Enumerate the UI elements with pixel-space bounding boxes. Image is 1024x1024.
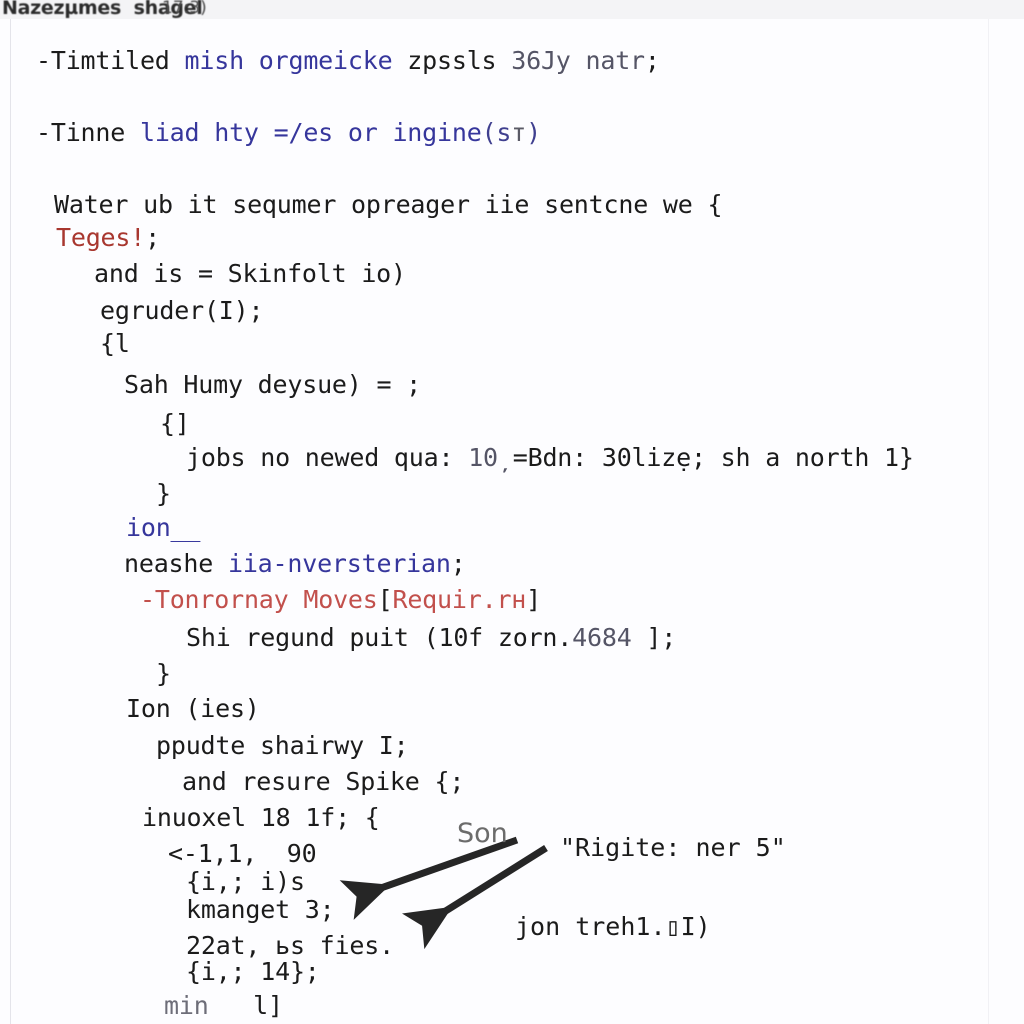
code-line[interactable]: ion__	[126, 513, 200, 543]
code-line[interactable]: -Tinne liad hty =/es or ingine(sт)	[36, 118, 541, 148]
code-token: <-1,1, 90	[168, 839, 317, 868]
code-token: liad hty =/es or ingine	[139, 118, 482, 147]
code-token: -Tinne	[36, 118, 140, 147]
code-line[interactable]: }	[156, 659, 171, 689]
code-token: Ion (ies)	[126, 694, 260, 723]
code-line[interactable]: and resure Spike {;	[182, 767, 464, 797]
code-token: {]	[160, 409, 190, 438]
code-token: egruder(I);	[100, 296, 264, 325]
code-line[interactable]: -Tonrornay Moves[Requir.rн]	[140, 585, 541, 615]
code-line[interactable]: }	[156, 479, 171, 509]
code-token: {i,; i)s	[186, 867, 305, 896]
code-line[interactable]: egruder(I);	[100, 296, 264, 326]
code-token: iia-nversterian	[227, 549, 451, 578]
code-token: jobs no newed qua:	[186, 443, 469, 472]
editor-text-area[interactable]: -Timtiled mish orgmeicke zpssls 36Jy nat…	[0, 19, 1024, 1024]
code-token: {i,; 14};	[186, 957, 320, 986]
code-token: {l	[100, 329, 130, 358]
code-token: min	[164, 991, 209, 1020]
code-token: ion__	[126, 513, 201, 542]
code-token: ]	[526, 585, 542, 614]
code-token: and is = Skinfolt io)	[94, 259, 406, 288]
code-line[interactable]: jobs no newed qua: 10̦ =Bdn: 30lizẹ; sh…	[186, 443, 914, 473]
code-token: 10̦	[468, 443, 498, 472]
code-line[interactable]: min l]	[164, 991, 283, 1021]
code-line[interactable]: {]	[160, 409, 190, 439]
editor-tab-bar[interactable]: Nazezµmes shagel 17:3)	[0, 0, 1024, 20]
code-token: 36Jy natr	[511, 46, 645, 75]
code-token: ppudte shairwy I;	[156, 731, 409, 760]
code-line[interactable]: Shi regund puit (10f zorn.4684 ];	[186, 623, 676, 653]
code-token: l]	[208, 991, 283, 1020]
right-guide-rule	[988, 19, 989, 1024]
code-line[interactable]: kmanget 3;	[186, 895, 335, 925]
code-line[interactable]: <-1,1, 90	[168, 839, 317, 869]
code-line[interactable]: -Timtiled mish orgmeicke zpssls 36Jy nat…	[36, 46, 660, 76]
code-line[interactable]: inuoxel 18 1f; {	[142, 803, 380, 833]
code-line[interactable]: and is = Skinfolt io)	[94, 259, 406, 289]
code-token: neashe	[124, 549, 228, 578]
code-line[interactable]: {i,; i)s	[186, 867, 305, 897]
code-token: ;	[450, 549, 466, 578]
code-line[interactable]: Teges!;	[56, 223, 160, 253]
code-line[interactable]: {i,; 14};	[186, 957, 320, 987]
code-token: }	[156, 659, 171, 688]
code-token: (s	[481, 118, 512, 147]
code-token: Sah Humy deysue) = ;	[124, 370, 422, 399]
code-token: zpssls	[392, 46, 512, 75]
code-token: Requir.rн	[392, 585, 527, 614]
code-token: -Tonrornay Moves	[140, 585, 378, 614]
code-token: ];	[631, 623, 677, 652]
code-token: ;	[644, 46, 660, 75]
code-token: Teges!	[56, 223, 146, 252]
code-token: and resure Spike {;	[182, 767, 465, 796]
code-line[interactable]: Sah Humy deysue) = ;	[124, 370, 421, 400]
code-token: Shi regund puit (10f zorn.	[186, 623, 573, 652]
code-line[interactable]: {l	[100, 329, 130, 359]
code-line[interactable]: neashe iia-nversterian;	[124, 549, 466, 579]
code-token: mish orgmeicke	[184, 46, 393, 75]
code-token: kmanget 3;	[186, 895, 335, 924]
code-token: =Bdn: 30lizẹ; sh a north 1}	[497, 443, 914, 472]
gutter-divider	[10, 19, 11, 1024]
code-token: т	[511, 118, 527, 147]
code-token: }	[156, 479, 171, 508]
code-line[interactable]: Ion (ies)	[126, 694, 260, 724]
editor-tab-meta: 17:3)	[162, 0, 207, 18]
code-token: -Timtiled	[36, 46, 185, 75]
code-token: [	[377, 585, 393, 614]
code-token: 4684	[572, 623, 632, 652]
code-token: Water ub it sequmer opreager iie sentcne…	[54, 190, 723, 219]
code-token: )	[526, 118, 541, 147]
code-editor-screenshot: Nazezµmes shagel 17:3) -Timtiled mish or…	[0, 0, 1024, 1024]
code-token: 22at, ьs fies.	[186, 931, 394, 960]
code-line[interactable]: ppudte shairwy I;	[156, 731, 409, 761]
code-line[interactable]: Water ub it sequmer opreager iie sentcne…	[54, 190, 723, 220]
code-token: inuoxel 18 1f; {	[142, 803, 380, 832]
code-token: ;	[145, 223, 160, 252]
